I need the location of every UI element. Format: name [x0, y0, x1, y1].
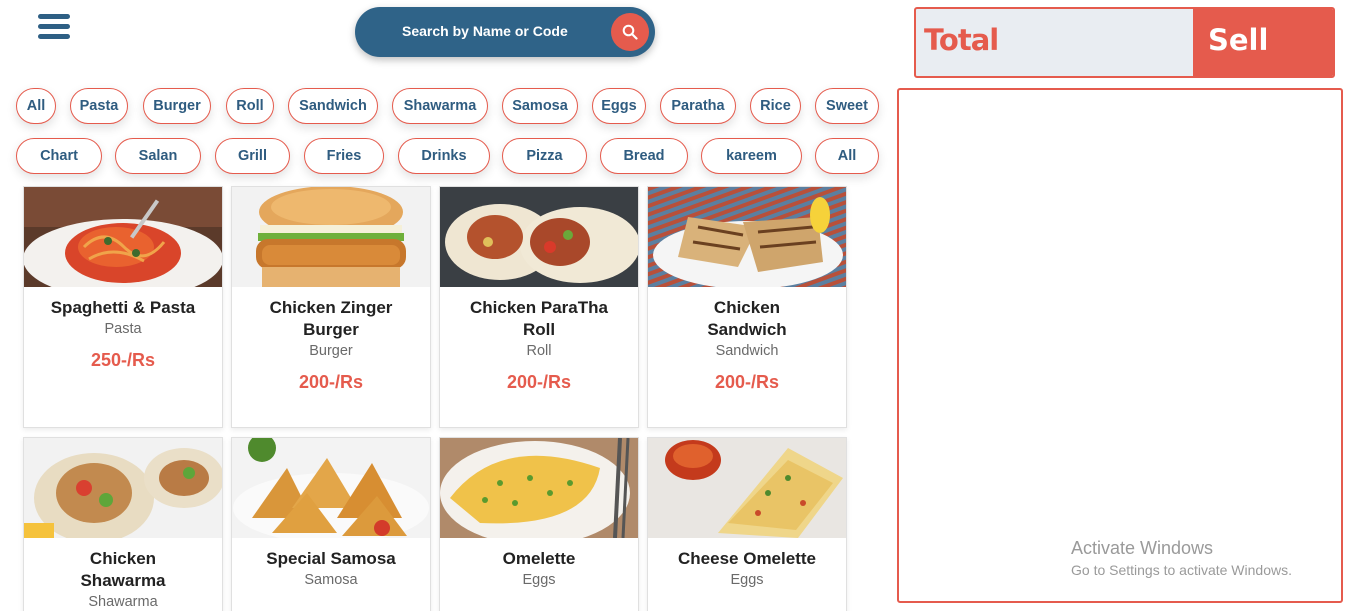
search-input[interactable]: Search by Name or Code: [402, 23, 568, 39]
product-card[interactable]: Chicken Zinger Burger Burger 200-/Rs: [231, 186, 431, 428]
category-drinks[interactable]: Drinks: [398, 138, 490, 174]
product-category: Samosa: [304, 572, 358, 588]
product-category: Pasta: [104, 321, 142, 337]
product-card[interactable]: Chicken ParaTha Roll Roll 200-/Rs: [439, 186, 639, 428]
product-card[interactable]: Special Samosa Samosa: [231, 437, 431, 611]
product-image-cheese-omelette: [648, 438, 846, 538]
product-price: 200-/Rs: [714, 372, 780, 392]
product-category: Shawarma: [88, 594, 158, 610]
product-image-roll: [440, 187, 638, 287]
category-bread[interactable]: Bread: [600, 138, 688, 174]
category-sandwich[interactable]: Sandwich: [288, 88, 378, 124]
product-card[interactable]: Omelette Eggs: [439, 437, 639, 611]
product-name: Special Samosa: [266, 549, 396, 568]
product-name: Chicken Shawarma: [80, 549, 166, 590]
category-pasta[interactable]: Pasta: [70, 88, 128, 124]
product-card[interactable]: Chicken Sandwich Sandwich 200-/Rs: [647, 186, 847, 428]
category-all[interactable]: All: [16, 88, 56, 124]
product-name: Cheese Omelette: [678, 549, 816, 568]
category-sweet[interactable]: Sweet: [815, 88, 879, 124]
product-price: 200-/Rs: [298, 372, 364, 392]
product-card[interactable]: Spaghetti & Pasta Pasta 250-/Rs: [23, 186, 223, 428]
category-grill[interactable]: Grill: [215, 138, 290, 174]
category-shawarma[interactable]: Shawarma: [392, 88, 488, 124]
product-category: Roll: [526, 343, 552, 359]
search-icon: [622, 24, 638, 40]
product-name: Chicken Sandwich: [707, 298, 787, 339]
product-name: Spaghetti & Pasta: [50, 298, 196, 317]
product-card[interactable]: Cheese Omelette Eggs: [647, 437, 847, 611]
product-category: Eggs: [730, 572, 764, 588]
category-all-2[interactable]: All: [815, 138, 879, 174]
category-pizza[interactable]: Pizza: [502, 138, 587, 174]
cart-panel: [897, 88, 1343, 603]
category-salan[interactable]: Salan: [115, 138, 201, 174]
product-name: Chicken Zinger Burger: [269, 298, 393, 339]
category-samosa[interactable]: Samosa: [502, 88, 578, 124]
product-name: Omelette: [502, 549, 576, 568]
category-burger[interactable]: Burger: [143, 88, 211, 124]
product-image-sandwich: [648, 187, 846, 287]
product-image-shawarma: [24, 438, 222, 538]
product-image-burger: [232, 187, 430, 287]
total-label: Total: [924, 23, 999, 57]
sell-button[interactable]: Sell: [1193, 9, 1333, 76]
search-button[interactable]: [611, 13, 649, 51]
product-price: 250-/Rs: [90, 350, 156, 370]
product-image-pasta: [24, 187, 222, 287]
product-category: Sandwich: [715, 343, 779, 359]
product-name: Chicken ParaTha Roll: [470, 298, 608, 339]
product-image-samosa: [232, 438, 430, 538]
category-kareem[interactable]: kareem: [701, 138, 802, 174]
menu-icon[interactable]: [38, 14, 70, 42]
category-chart[interactable]: Chart: [16, 138, 102, 174]
category-eggs[interactable]: Eggs: [592, 88, 646, 124]
watermark-title: Activate Windows: [1071, 538, 1214, 558]
order-total-bar: Total Sell: [914, 7, 1335, 78]
watermark-subtitle: Go to Settings to activate Windows.: [1071, 562, 1292, 578]
product-card[interactable]: Chicken Shawarma Shawarma: [23, 437, 223, 611]
product-image-omelette: [440, 438, 638, 538]
category-paratha[interactable]: Paratha: [660, 88, 736, 124]
category-fries[interactable]: Fries: [304, 138, 384, 174]
category-rice[interactable]: Rice: [750, 88, 801, 124]
product-category: Burger: [309, 343, 353, 359]
product-category: Eggs: [522, 572, 556, 588]
activate-windows-watermark: Activate Windows Go to Settings to activ…: [1071, 538, 1292, 578]
product-price: 200-/Rs: [506, 372, 572, 392]
category-roll[interactable]: Roll: [226, 88, 274, 124]
search-bar[interactable]: Search by Name or Code: [355, 7, 655, 57]
